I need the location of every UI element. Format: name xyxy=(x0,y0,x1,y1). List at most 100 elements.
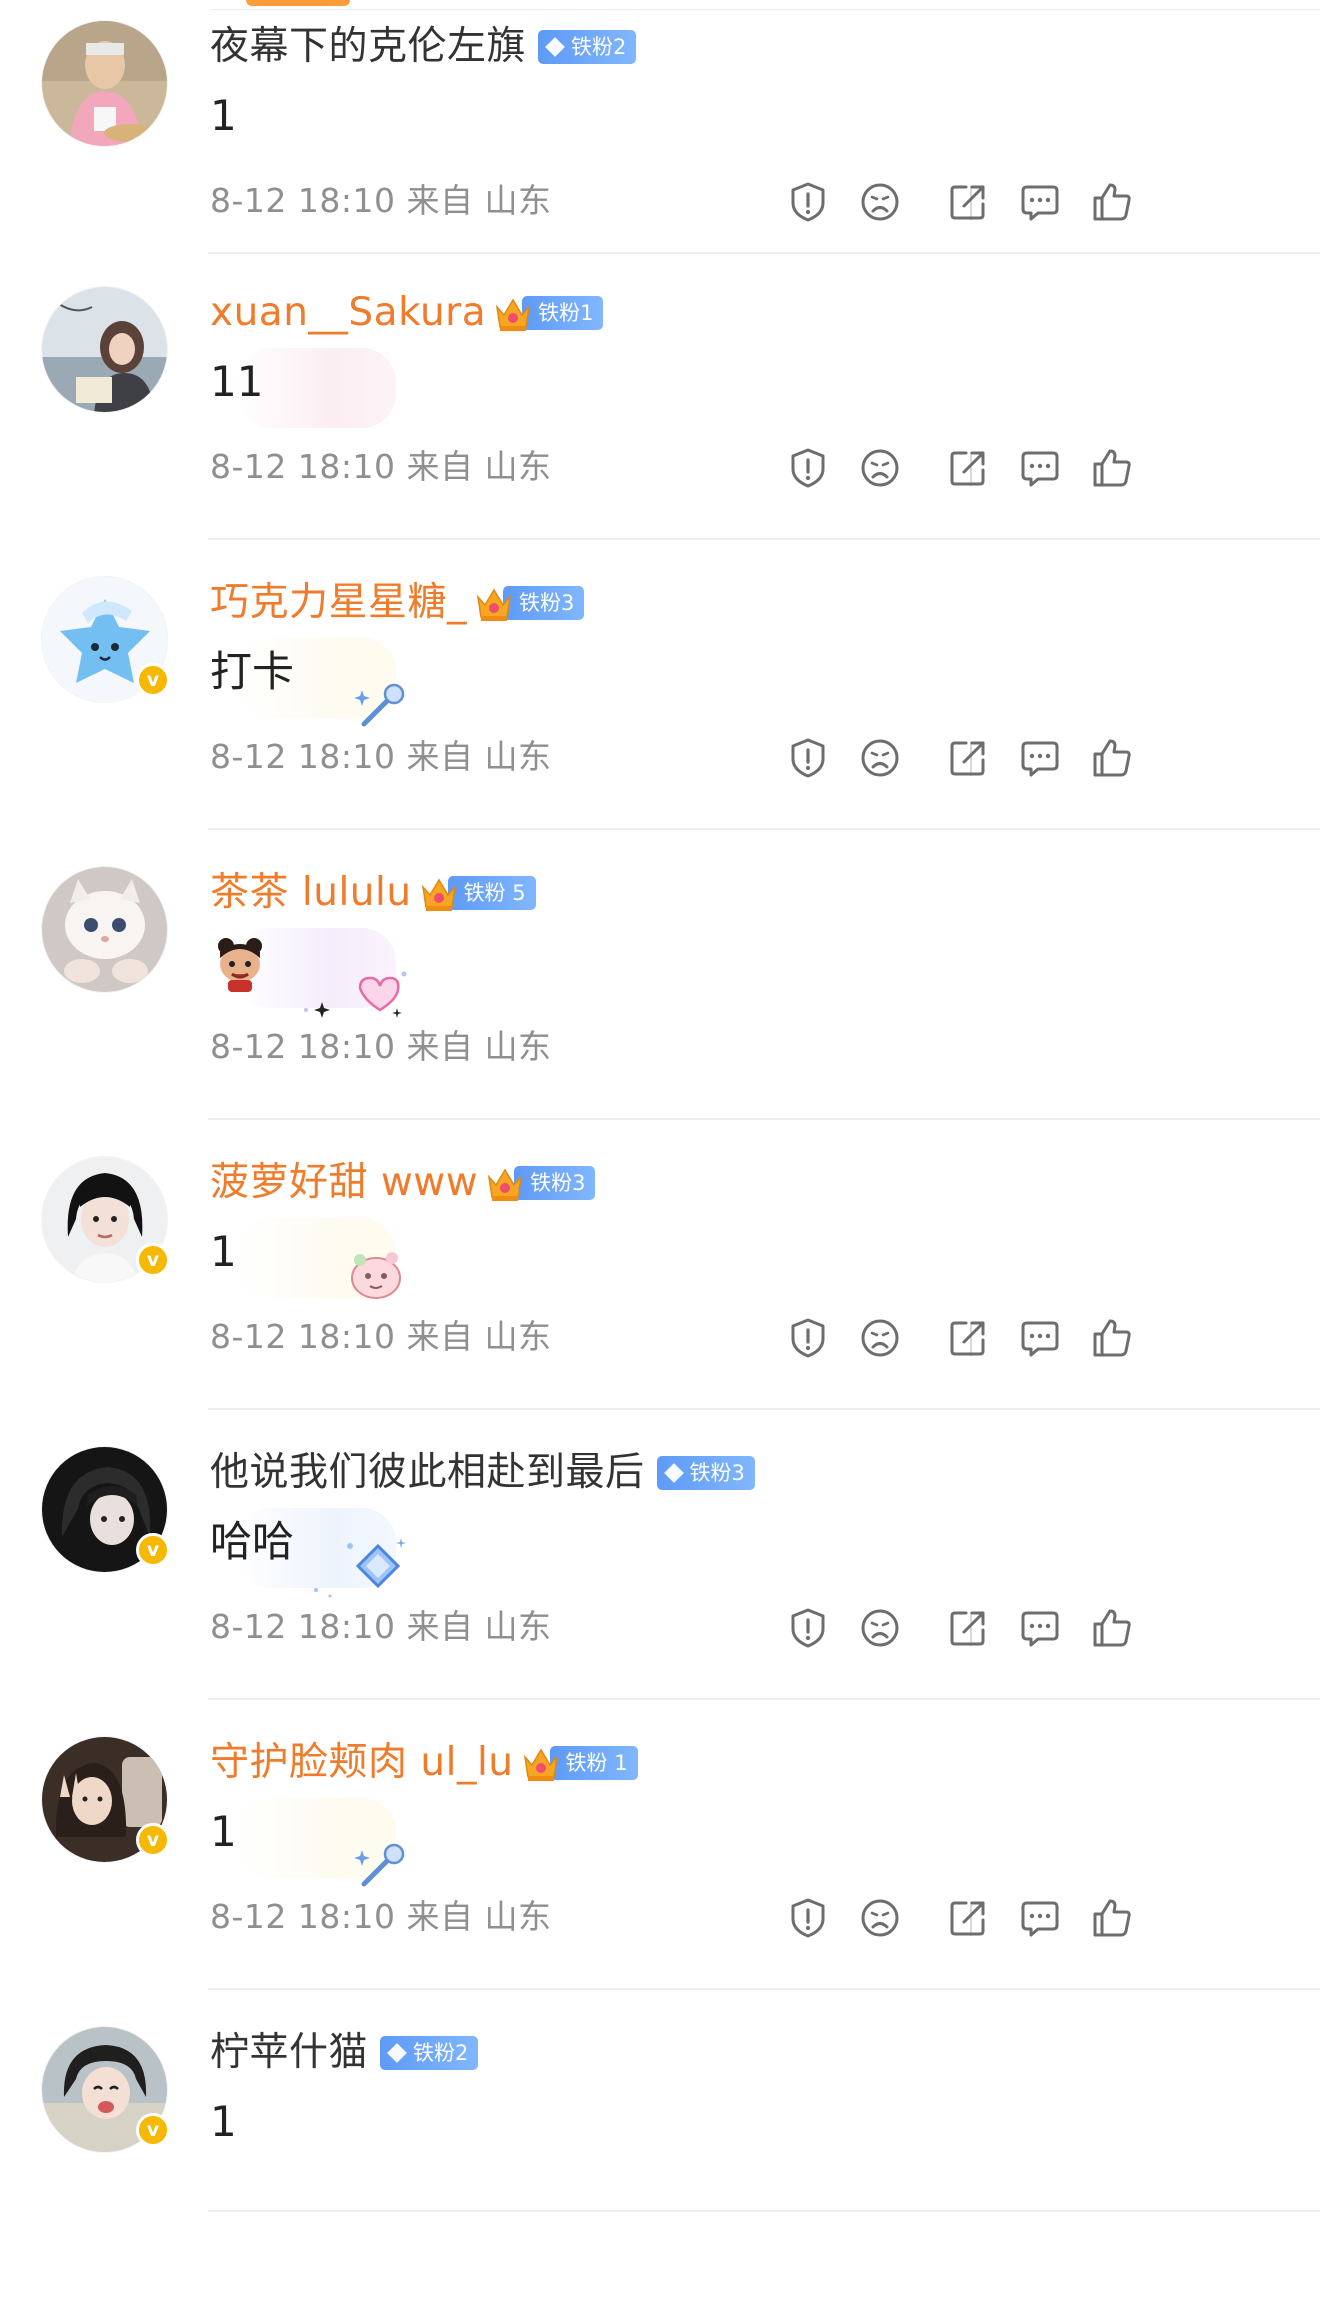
share-button[interactable] xyxy=(946,1316,990,1360)
reply-button[interactable] xyxy=(1018,1896,1062,1940)
share-button[interactable] xyxy=(946,180,990,224)
username[interactable]: 菠萝好甜 www xyxy=(210,1158,478,1208)
magic-wand-sticker xyxy=(354,1843,405,1887)
avatar[interactable]: v xyxy=(41,1446,170,1573)
report-button[interactable] xyxy=(786,1896,830,1940)
share-button[interactable] xyxy=(946,1606,990,1650)
crown-icon xyxy=(476,588,512,621)
dislike-button[interactable] xyxy=(858,736,902,780)
like-icon xyxy=(1093,1319,1131,1357)
report-icon xyxy=(791,1318,825,1358)
dislike-button[interactable] xyxy=(858,446,902,490)
like-button[interactable] xyxy=(1090,1606,1134,1650)
comment-header: 守护脸颊肉 ul_lu 铁粉 1 xyxy=(210,1738,638,1788)
avatar-image xyxy=(42,21,167,146)
share-button[interactable] xyxy=(946,446,990,490)
report-icon xyxy=(791,738,825,778)
avatar[interactable]: v xyxy=(41,1156,170,1283)
reply-icon xyxy=(1021,185,1059,221)
reply-button[interactable] xyxy=(1018,736,1062,780)
fan-badge[interactable]: 铁粉3 xyxy=(514,1166,596,1200)
comment-item: v 他说我们彼此相赴到最后 铁粉3 哈哈 8-12 18:10 来自 山东 xyxy=(0,1426,1320,1718)
comment-separator xyxy=(208,1698,1320,1700)
share-icon xyxy=(950,1321,985,1356)
reply-icon xyxy=(1021,1321,1059,1357)
report-button[interactable] xyxy=(786,1606,830,1650)
comment-item: 夜幕下的克伦左旗 铁粉2 1 8-12 18:10 来自 山东 xyxy=(0,0,1320,292)
timestamp: 8-12 18:10 xyxy=(210,1027,396,1066)
share-icon xyxy=(950,1901,985,1936)
comment-text: 1 xyxy=(210,91,237,140)
dislike-button[interactable] xyxy=(858,1316,902,1360)
like-button[interactable] xyxy=(1090,1316,1134,1360)
location: 来自 山东 xyxy=(406,1607,552,1646)
diamond-icon xyxy=(545,37,565,57)
like-button[interactable] xyxy=(1090,1896,1134,1940)
fan-badge[interactable]: 铁粉3 xyxy=(656,1456,755,1490)
fan-badge[interactable]: 铁粉1 xyxy=(522,296,604,330)
username[interactable]: 巧克力星星糖_ xyxy=(210,578,467,628)
report-button[interactable] xyxy=(786,1316,830,1360)
cartoon-sticker xyxy=(351,1252,401,1299)
username[interactable]: 夜幕下的克伦左旗 xyxy=(210,22,526,72)
timestamp: 8-12 18:10 xyxy=(210,737,396,776)
dislike-button[interactable] xyxy=(858,1606,902,1650)
dislike-button[interactable] xyxy=(858,1896,902,1940)
comment-actions xyxy=(786,1602,1276,1652)
username[interactable]: 茶茶 lululu xyxy=(210,868,412,918)
report-button[interactable] xyxy=(786,446,830,490)
username[interactable]: 柠苹什猫 xyxy=(210,2028,368,2078)
comment-header: 柠苹什猫 铁粉2 xyxy=(210,2028,479,2078)
magic-wand-sticker xyxy=(354,683,405,727)
fan-badge[interactable]: 铁粉3 xyxy=(503,586,585,620)
crown-icon xyxy=(487,1168,523,1201)
reply-button[interactable] xyxy=(1018,446,1062,490)
like-button[interactable] xyxy=(1090,446,1134,490)
avatar[interactable] xyxy=(41,20,168,147)
diamond-icon xyxy=(663,1463,684,1483)
report-button[interactable] xyxy=(786,180,830,224)
dislike-icon xyxy=(861,739,899,777)
username[interactable]: 守护脸颊肉 ul_lu xyxy=(210,1738,514,1788)
avatar[interactable]: v xyxy=(41,576,170,703)
location: 来自 山东 xyxy=(406,1897,552,1936)
like-button[interactable] xyxy=(1090,736,1134,780)
location: 来自 山东 xyxy=(406,447,552,486)
avatar-image xyxy=(42,867,167,992)
comment-header: 菠萝好甜 www 铁粉3 xyxy=(210,1158,596,1208)
verified-badge: v xyxy=(136,663,170,697)
comment-item: v 守护脸颊肉 ul_lu 铁粉 1 1 8-12 18:10 来自 山东 xyxy=(0,1716,1320,2008)
comment-item: v 柠苹什猫 铁粉2 1 xyxy=(0,2006,1320,2298)
fan-badge[interactable]: 铁粉 5 xyxy=(447,876,536,910)
verified-badge: v xyxy=(136,2113,170,2147)
reply-button[interactable] xyxy=(1018,1606,1062,1650)
reply-button[interactable] xyxy=(1018,1316,1062,1360)
comment-separator xyxy=(208,1118,1320,1120)
comment-text: 1 xyxy=(210,2097,237,2146)
share-button[interactable] xyxy=(946,736,990,780)
comment-separator xyxy=(208,2210,1320,2212)
avatar[interactable] xyxy=(41,286,168,413)
like-button[interactable] xyxy=(1090,180,1134,224)
share-button[interactable] xyxy=(946,1896,990,1940)
location: 来自 山东 xyxy=(406,181,552,220)
fan-badge[interactable]: 铁粉2 xyxy=(538,30,637,64)
comment-meta: 8-12 18:10 来自 山东 xyxy=(210,1022,552,1072)
fan-badge-label: 铁粉3 xyxy=(689,1461,745,1485)
crown-icon xyxy=(495,298,531,331)
avatar[interactable]: v xyxy=(41,2026,170,2153)
avatar[interactable] xyxy=(41,866,168,993)
reply-button[interactable] xyxy=(1018,180,1062,224)
username[interactable]: xuan__Sakura xyxy=(210,288,486,338)
username[interactable]: 他说我们彼此相赴到最后 xyxy=(210,1448,645,1498)
timestamp: 8-12 18:10 xyxy=(210,181,396,220)
fan-badge-label: 铁粉3 xyxy=(519,591,575,615)
fan-badge[interactable]: 铁粉2 xyxy=(380,2036,479,2070)
fan-badge[interactable]: 铁粉 1 xyxy=(549,1746,638,1780)
dislike-button[interactable] xyxy=(858,180,902,224)
report-button[interactable] xyxy=(786,736,830,780)
comment-separator xyxy=(208,828,1320,830)
comment-header: 他说我们彼此相赴到最后 铁粉3 xyxy=(210,1448,755,1498)
avatar[interactable]: v xyxy=(41,1736,170,1863)
reply-icon xyxy=(1021,1901,1059,1937)
